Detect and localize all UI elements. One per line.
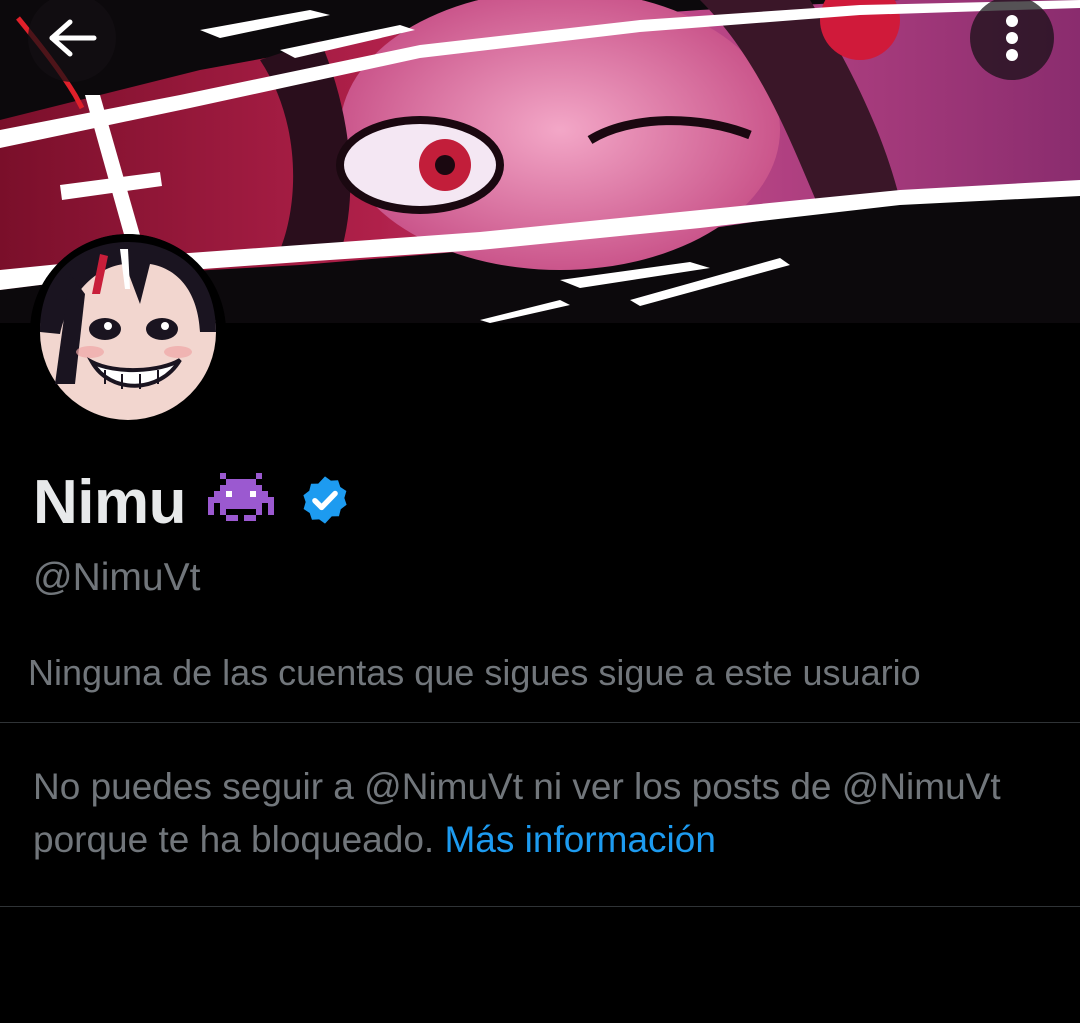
arrow-left-icon xyxy=(49,19,97,57)
display-name: Nimu xyxy=(33,467,187,537)
blocked-notice: No puedes seguir a @NimuVt ni ver los po… xyxy=(33,760,1043,866)
avatar[interactable] xyxy=(30,234,226,430)
more-vertical-icon xyxy=(1006,15,1018,61)
more-options-button[interactable] xyxy=(970,0,1054,80)
user-handle: @NimuVt xyxy=(33,556,201,599)
avatar-image xyxy=(30,234,226,430)
alien-monster-emoji-icon xyxy=(208,472,274,533)
more-info-link[interactable]: Más información xyxy=(444,819,715,860)
divider xyxy=(0,722,1080,723)
followers-you-know-note: Ninguna de las cuentas que sigues sigue … xyxy=(28,652,921,693)
divider xyxy=(0,906,1080,907)
verified-badge-icon[interactable] xyxy=(298,473,352,532)
display-name-row: Nimu xyxy=(33,466,352,538)
